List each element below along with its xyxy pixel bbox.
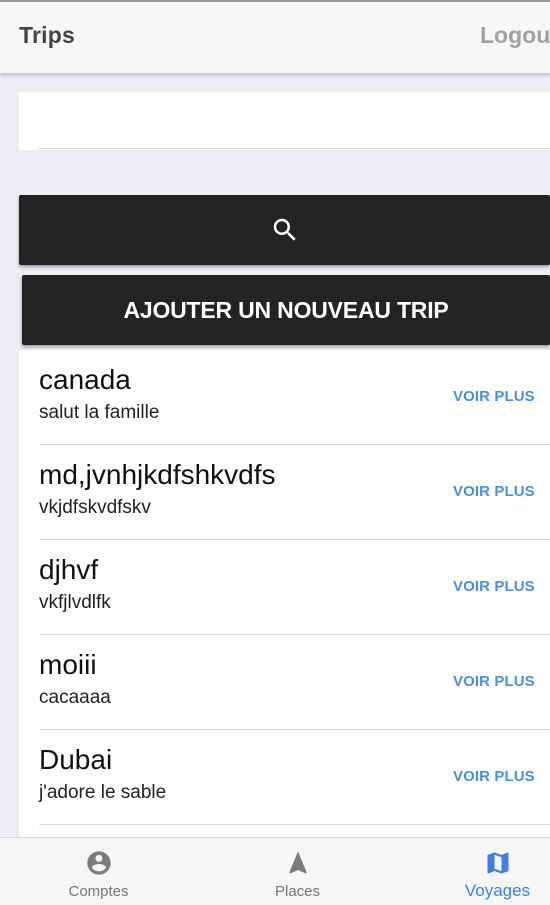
list-item: canada salut la famille VOIR PLUS bbox=[39, 350, 550, 445]
nav-tab-comptes[interactable]: Comptes bbox=[7, 838, 190, 905]
trip-name: canada bbox=[39, 364, 131, 395]
voir-plus-button[interactable]: VOIR PLUS bbox=[453, 673, 535, 690]
list-item: moiii cacaaaa VOIR PLUS bbox=[39, 635, 550, 730]
nav-tab-voyages[interactable]: Voyages bbox=[406, 838, 550, 905]
top-app-bar: Trips Logout bbox=[0, 0, 550, 73]
nav-label: Comptes bbox=[68, 883, 129, 900]
logout-button[interactable]: Logout bbox=[480, 22, 550, 49]
voir-plus-button[interactable]: VOIR PLUS bbox=[453, 578, 535, 595]
trip-description: vkfjlvdlfk bbox=[39, 592, 111, 613]
page-title: Trips bbox=[19, 22, 75, 48]
add-trip-button[interactable]: AJOUTER UN NOUVEAU TRIP bbox=[22, 275, 550, 345]
trip-list: canada salut la famille VOIR PLUS md,jvn… bbox=[19, 350, 550, 837]
nav-label: Voyages bbox=[464, 881, 531, 900]
account-circle-icon bbox=[86, 851, 111, 875]
list-item: djhvf vkfjlvdlfk VOIR PLUS bbox=[39, 540, 550, 635]
list-item: md,jvnhjkdfshkvdfs vkjdfskvdfskv VOIR PL… bbox=[39, 445, 550, 540]
trip-name: md,jvnhjkdfshkvdfs bbox=[39, 459, 276, 490]
nav-tab-places[interactable]: Places bbox=[206, 838, 389, 905]
trip-description: j'adore le sable bbox=[39, 782, 167, 803]
search-icon bbox=[273, 218, 296, 241]
list-item: Dubai j'adore le sable VOIR PLUS bbox=[39, 730, 550, 825]
trip-description: vkjdfskvdfskv bbox=[39, 497, 151, 518]
trip-description: salut la famille bbox=[39, 402, 160, 423]
search-input[interactable] bbox=[39, 92, 550, 149]
map-icon bbox=[487, 852, 508, 874]
voir-plus-button[interactable]: VOIR PLUS bbox=[453, 483, 535, 500]
app-screen: Trips Logout AJOUTER UN NOUVEAU TRIP can… bbox=[0, 0, 550, 905]
trip-name: djhvf bbox=[39, 554, 99, 585]
trip-name: moiii bbox=[39, 649, 97, 680]
nav-label: Places bbox=[274, 883, 321, 900]
search-field-container bbox=[19, 92, 550, 150]
voir-plus-button[interactable]: VOIR PLUS bbox=[453, 388, 535, 405]
trip-description: cacaaaa bbox=[39, 687, 111, 708]
bottom-navigation: Comptes Places Voyages bbox=[0, 837, 550, 905]
navigation-arrow-icon bbox=[288, 851, 307, 874]
trip-name: Dubai bbox=[39, 744, 113, 775]
voir-plus-button[interactable]: VOIR PLUS bbox=[453, 768, 535, 785]
search-button[interactable] bbox=[19, 195, 550, 265]
